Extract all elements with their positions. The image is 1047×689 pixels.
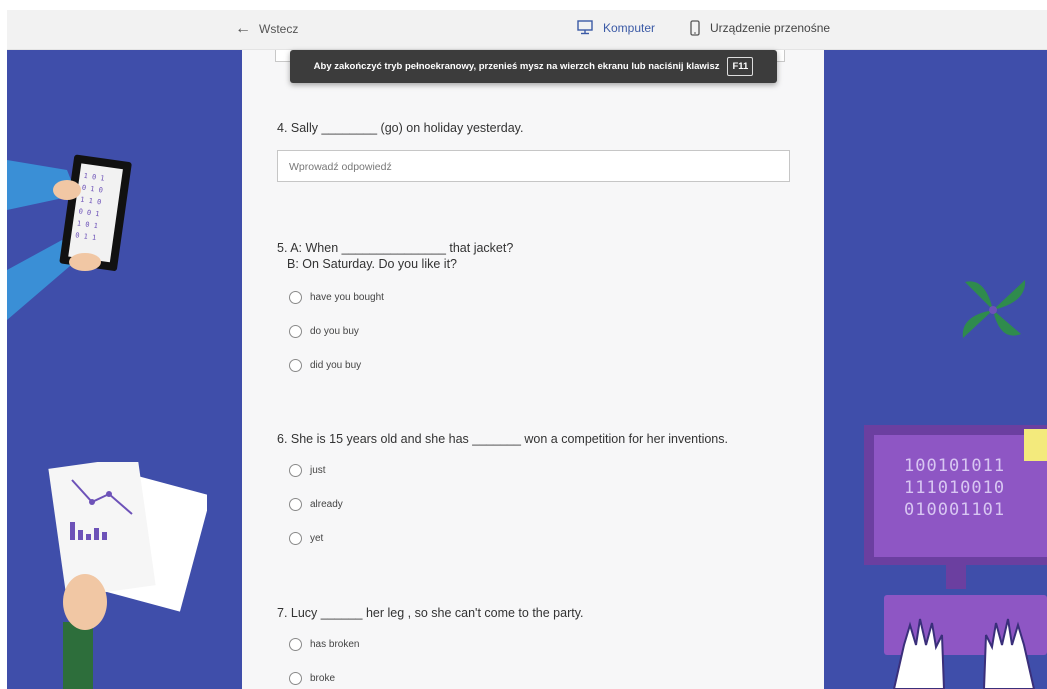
radio-button[interactable] [289, 325, 302, 338]
question-7-text: 7. Lucy ______ her leg , so she can't co… [277, 606, 584, 620]
radio-button[interactable] [289, 498, 302, 511]
typing-hands-illustration [892, 618, 1036, 689]
question-4-answer-input[interactable]: Wprowadź odpowiedź [277, 150, 790, 182]
binary-line: 111010010 [904, 478, 1006, 498]
binary-line: 010001101 [904, 500, 1006, 520]
question-7-option-2[interactable]: broke [289, 672, 335, 685]
question-5-option-1[interactable]: have you bought [289, 291, 384, 304]
monitor-icon [577, 20, 593, 35]
question-6-option-2[interactable]: already [289, 498, 343, 511]
question-5-line-2: B: On Saturday. Do you like it? [287, 257, 457, 271]
form-panel: 4. Sally ________ (go) on holiday yester… [242, 50, 824, 689]
computer-view-button[interactable]: Komputer [577, 20, 655, 35]
radio-button[interactable] [289, 291, 302, 304]
option-label: did you buy [310, 360, 362, 371]
phone-icon [690, 20, 700, 36]
question-5-text: 5. A: When _______________ that jacket? … [277, 240, 513, 272]
question-6-option-1[interactable]: just [289, 464, 326, 477]
tablet-hands-illustration: 1 0 10 1 01 1 00 0 11 0 10 1 1 [7, 154, 132, 320]
question-5-option-3[interactable]: did you buy [289, 359, 361, 372]
monitor-stand [946, 565, 966, 589]
radio-button[interactable] [289, 672, 302, 685]
back-label: Wstecz [259, 22, 299, 36]
question-5-option-2[interactable]: do you buy [289, 325, 359, 338]
preview-toolbar: ← Wstecz Komputer Urządzenie przenośne [7, 10, 1047, 50]
option-label: already [310, 499, 343, 510]
option-label: has broken [310, 639, 360, 650]
option-label: do you buy [310, 326, 359, 337]
option-label: just [310, 465, 326, 476]
option-label: yet [310, 533, 324, 544]
computer-monitor-illustration: 100101011 111010010 010001101 [864, 425, 1047, 689]
option-label: broke [310, 673, 336, 684]
radio-button[interactable] [289, 638, 302, 651]
question-5-line-1: 5. A: When _______________ that jacket? [277, 241, 514, 255]
sticky-note [1024, 429, 1047, 461]
f11-key-badge: F11 [727, 57, 754, 76]
monitor-screen: 100101011 111010010 010001101 [874, 435, 1047, 557]
question-6-text: 6. She is 15 years old and she has _____… [277, 432, 728, 446]
radio-button[interactable] [289, 464, 302, 477]
mobile-view-button[interactable]: Urządzenie przenośne [690, 20, 830, 36]
fullscreen-message: Aby zakończyć tryb pełnoekranowy, przeni… [313, 61, 720, 72]
question-4-text: 4. Sally ________ (go) on holiday yester… [277, 121, 524, 135]
radio-button[interactable] [289, 532, 302, 545]
option-label: have you bought [310, 292, 384, 303]
mobile-view-label: Urządzenie przenośne [710, 21, 831, 35]
question-6-option-3[interactable]: yet [289, 532, 323, 545]
page-background: 1 0 10 1 01 1 00 0 11 0 10 1 1 100101011… [7, 10, 1047, 689]
back-button[interactable]: ← Wstecz [235, 21, 298, 37]
documents-chart-illustration [48, 462, 207, 689]
computer-view-label: Komputer [603, 20, 656, 35]
question-7-option-1[interactable]: has broken [289, 638, 359, 651]
back-arrow-icon: ← [235, 20, 251, 37]
radio-button[interactable] [289, 359, 302, 372]
fullscreen-notification: Aby zakończyć tryb pełnoekranowy, przeni… [290, 50, 777, 83]
plant-illustration [962, 280, 1026, 338]
